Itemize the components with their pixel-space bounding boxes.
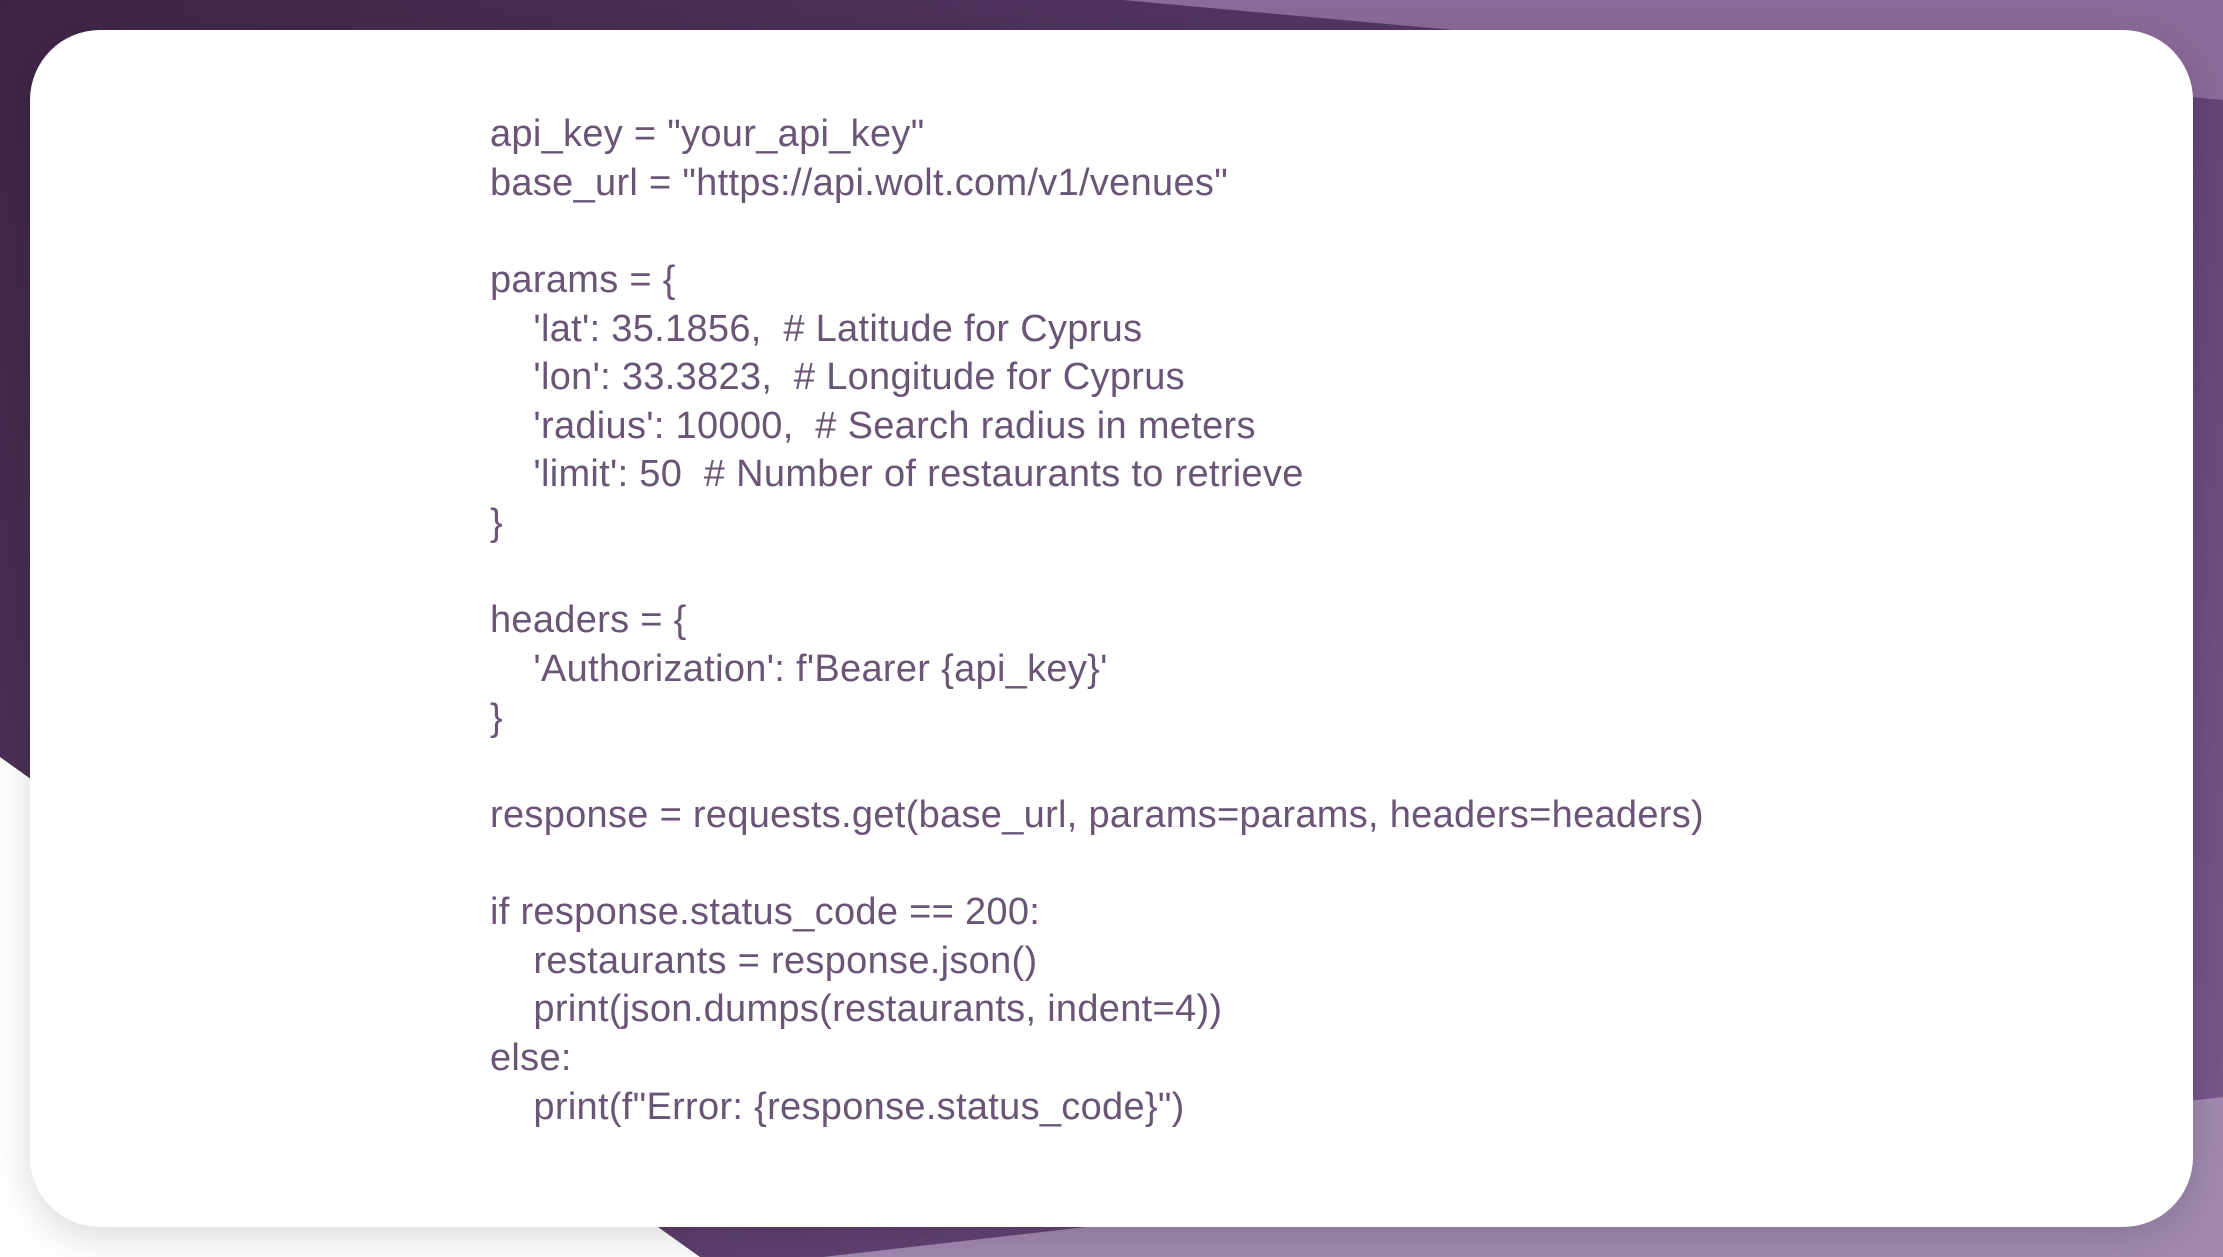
code-card: api_key = "your_api_key" base_url = "htt… — [30, 30, 2193, 1227]
code-snippet: api_key = "your_api_key" base_url = "htt… — [490, 110, 1903, 1131]
